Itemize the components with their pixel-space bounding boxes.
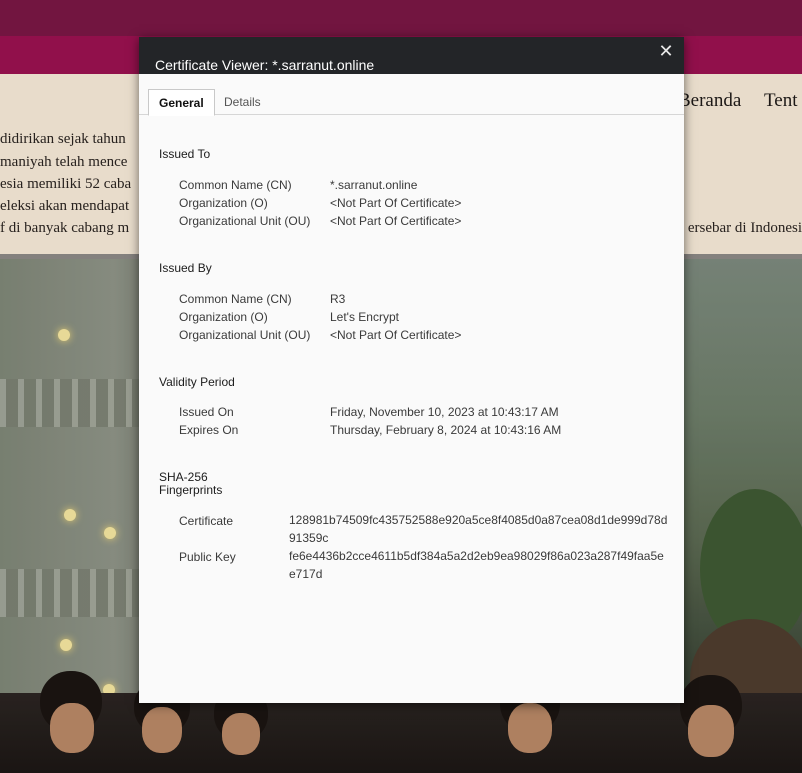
field-label: Issued On	[179, 405, 234, 419]
issued-to-heading: Issued To	[159, 147, 211, 161]
issued-by-heading: Issued By	[159, 261, 212, 275]
field-value: Thursday, February 8, 2024 at 10:43:16 A…	[330, 423, 562, 437]
field-label: Public Key	[179, 550, 236, 564]
tab-strip: General Details	[139, 74, 684, 116]
field-value: <Not Part Of Certificate>	[330, 214, 462, 228]
close-icon[interactable]: ✕	[657, 42, 675, 62]
field-value: <Not Part Of Certificate>	[330, 196, 462, 210]
dialog-title-bar: Certificate Viewer: *.sarranut.online ✕	[139, 37, 684, 74]
tab-general[interactable]: General	[148, 89, 215, 116]
field-label: Organizational Unit (OU)	[179, 214, 311, 228]
field-label: Organization (O)	[179, 196, 268, 210]
field-label: Organizational Unit (OU)	[179, 328, 311, 342]
field-value: Friday, November 10, 2023 at 10:43:17 AM	[330, 405, 559, 419]
field-label: Common Name (CN)	[179, 178, 292, 192]
field-value: R3	[330, 292, 346, 306]
certificate-viewer-dialog: Certificate Viewer: *.sarranut.online ✕ …	[139, 37, 684, 703]
field-value: Let's Encrypt	[330, 310, 399, 324]
field-value: <Not Part Of Certificate>	[330, 328, 462, 342]
fingerprints-heading-line1: SHA-256	[159, 470, 208, 484]
field-label: Expires On	[179, 423, 239, 437]
field-label: Common Name (CN)	[179, 292, 292, 306]
tab-details[interactable]: Details	[214, 89, 271, 115]
dialog-title: Certificate Viewer: *.sarranut.online	[155, 57, 375, 73]
validity-heading: Validity Period	[159, 375, 235, 389]
field-label: Organization (O)	[179, 310, 268, 324]
fingerprints-heading-line2: Fingerprints	[159, 483, 223, 497]
field-value: *.sarranut.online	[330, 178, 418, 192]
field-label: Certificate	[179, 514, 234, 528]
certificate-fingerprint: 128981b74509fc435752588e920a5ce8f4085d0a…	[289, 513, 668, 545]
public-key-fingerprint: fe6e4436b2cce4611b5df384a5a2d2eb9ea98029…	[289, 549, 664, 581]
